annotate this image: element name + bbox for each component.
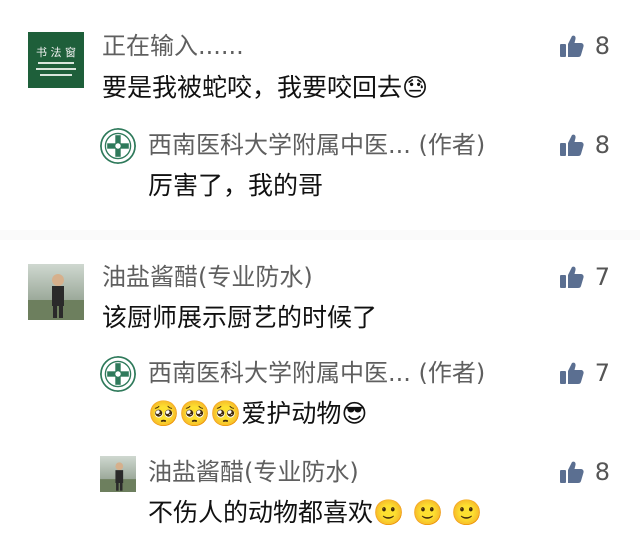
like-button[interactable]: 7: [559, 262, 610, 292]
comment-text: 该厨师展示厨艺的时候了: [102, 303, 378, 332]
comment: 油盐酱醋(专业防水) 该厨师展示厨艺的时候了 7 西南医科大学附属中医... (…: [0, 0, 640, 546]
like-count: 8: [594, 458, 610, 486]
thumbs-up-icon: [559, 459, 585, 485]
hospital-logo-avatar[interactable]: [100, 356, 136, 392]
reply-text: 不伤人的动物都喜欢🙂 🙂 🙂: [148, 498, 483, 527]
comment-author[interactable]: 油盐酱醋(专业防水): [102, 262, 313, 292]
reply-text: 🥺🥺🥺爱护动物😎: [148, 399, 368, 428]
like-button[interactable]: 8: [559, 457, 610, 487]
reply-author[interactable]: 西南医科大学附属中医... (作者): [148, 358, 485, 388]
reply-author-name: 油盐酱醋(专业防水): [148, 458, 359, 486]
reply-author[interactable]: 油盐酱醋(专业防水): [148, 457, 359, 487]
like-count: 7: [594, 359, 610, 387]
man-photo-avatar[interactable]: [28, 264, 84, 320]
reply-author-name: 西南医科大学附属中医...: [148, 359, 411, 387]
thumbs-up-icon: [559, 360, 585, 386]
author-tag: (作者): [418, 359, 486, 387]
like-count: 7: [594, 263, 610, 291]
like-button[interactable]: 7: [559, 358, 610, 388]
man-photo-avatar[interactable]: [100, 456, 136, 492]
thumbs-up-icon: [559, 264, 585, 290]
